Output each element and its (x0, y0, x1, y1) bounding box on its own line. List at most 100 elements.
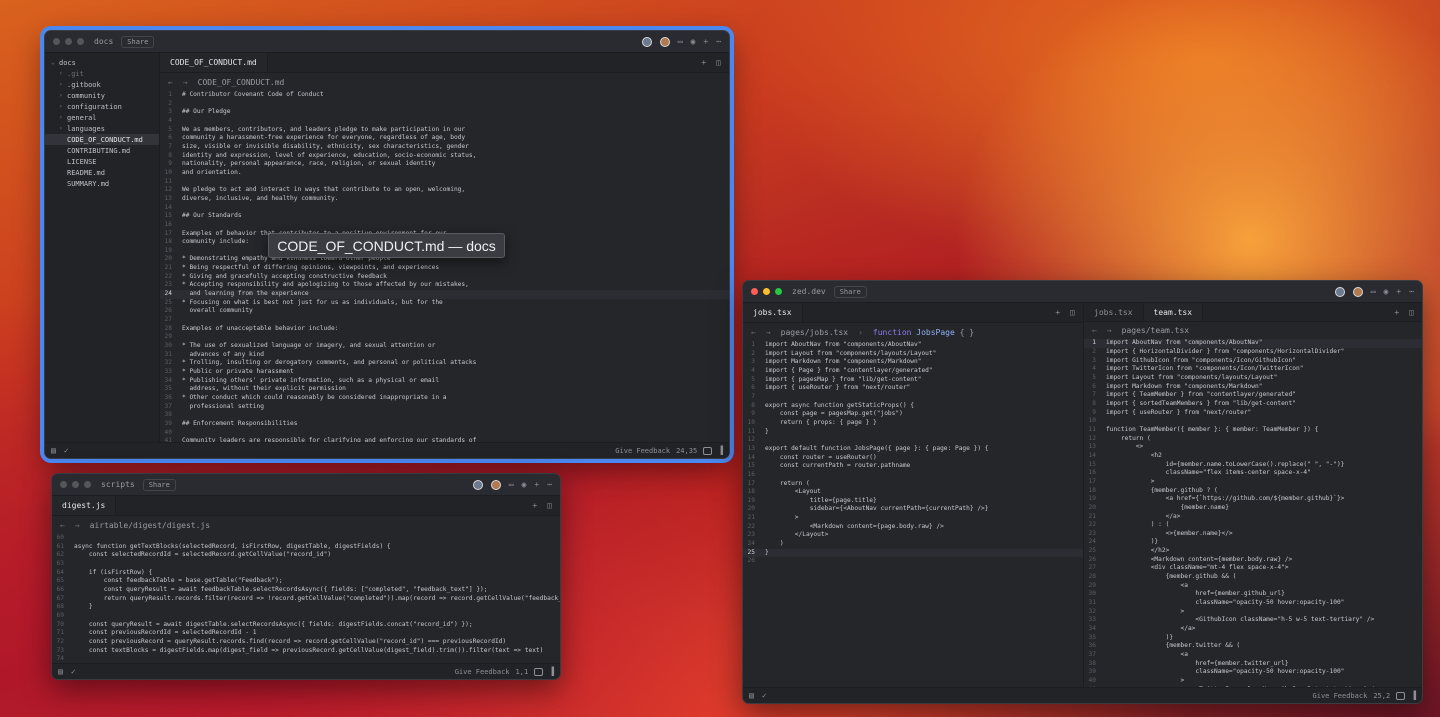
mic-icon[interactable]: ◉ (691, 37, 696, 46)
mic-icon[interactable]: ◉ (522, 480, 527, 489)
panel-toggle-icon[interactable]: ▐ (718, 446, 723, 455)
code-line[interactable]: 21 </a> (1084, 513, 1422, 522)
back-arrow-icon[interactable]: ← (751, 328, 756, 337)
code-line[interactable]: 5 We as members, contributors, and leader… (160, 126, 729, 135)
avatar[interactable] (472, 479, 483, 490)
panel-toggle-icon[interactable]: ▐ (1411, 691, 1416, 700)
code-line[interactable]: 6 import Markdown from "components/Markdo… (1084, 383, 1422, 392)
code-line[interactable]: 28 {member.github && ( (1084, 573, 1422, 582)
code-line[interactable]: 24 and learning from the experience (160, 290, 729, 299)
code-line[interactable]: 73 const textBlocks = digestFields.map(d… (52, 647, 560, 656)
code-line[interactable]: 13 <> (1084, 443, 1422, 452)
code-line[interactable]: 27 <div className="mt-4 flex space-x-4"> (1084, 564, 1422, 573)
code-line[interactable]: 36 {member.twitter && ( (1084, 642, 1422, 651)
code-line[interactable]: 4 import TwitterIcon from "components/Ico… (1084, 365, 1422, 374)
back-arrow-icon[interactable]: ← (168, 78, 173, 87)
code-line[interactable]: 30 href={member.github_url} (1084, 590, 1422, 599)
code-line[interactable]: 30 * The use of sexualized language or im… (160, 342, 729, 351)
split-icon[interactable]: ◫ (547, 501, 552, 510)
code-line[interactable]: 15 id={member.name.toLowerCase().replace… (1084, 461, 1422, 470)
code-line[interactable]: 6 community a harassment-free experience … (160, 134, 729, 143)
zoom-icon[interactable] (84, 481, 91, 488)
share-button[interactable]: Share (142, 478, 176, 491)
minimize-icon[interactable] (72, 481, 79, 488)
tree-item[interactable]: LICENSE (45, 156, 159, 167)
code-line[interactable]: 10 return { props: { page } } (743, 419, 1083, 428)
code-line[interactable]: 3 ## Our Pledge (160, 108, 729, 117)
tree-item[interactable]: CONTRIBUTING.md (45, 145, 159, 156)
code-line[interactable]: 22 * Giving and gracefully accepting cons… (160, 273, 729, 282)
code-line[interactable]: 19 <a href={`https://github.com/${member… (1084, 495, 1422, 504)
code-line[interactable]: 31 className="opacity-50 hover:opacity-1… (1084, 599, 1422, 608)
panel-toggle-icon[interactable]: ▐ (549, 667, 554, 676)
code-line[interactable]: 7 size, visible or invisible disability, … (160, 143, 729, 152)
code-line[interactable]: 33 <GithubIcon className="h-5 w-5 text-t… (1084, 616, 1422, 625)
code-editor[interactable]: 1 import AboutNav from "components/AboutN… (1084, 339, 1422, 687)
share-button[interactable]: Share (121, 35, 155, 48)
code-line[interactable]: 9 const page = pagesMap.get("jobs") (743, 410, 1083, 419)
code-line[interactable]: 37 professional setting (160, 403, 729, 412)
code-line[interactable]: 32 > (1084, 608, 1422, 617)
code-line[interactable]: 26 (743, 557, 1083, 566)
code-line[interactable]: 39 className="opacity-50 hover:opacity-1… (1084, 668, 1422, 677)
code-line[interactable]: 11 function TeamMember({ member }: { memb… (1084, 426, 1422, 435)
code-line[interactable]: 23 </Layout> (743, 531, 1083, 540)
code-line[interactable]: 63 (52, 560, 560, 569)
code-line[interactable]: 10 (1084, 417, 1422, 426)
more-icon[interactable]: ⋯ (1409, 287, 1414, 296)
forward-arrow-icon[interactable]: → (183, 78, 188, 87)
code-line[interactable]: 12 return ( (1084, 435, 1422, 444)
code-line[interactable]: 1 import AboutNav from "components/AboutN… (743, 341, 1083, 350)
code-line[interactable]: 17 return ( (743, 480, 1083, 489)
code-line[interactable]: 20 sidebar={<AboutNav currentPath={curre… (743, 505, 1083, 514)
titlebar[interactable]: scripts Share ▭ ◉ + ⋯ (52, 474, 560, 496)
code-line[interactable]: 5 import { pagesMap } from "lib/get-conte… (743, 376, 1083, 385)
tree-item[interactable]: › .git (45, 68, 159, 79)
code-line[interactable]: 26 overall community (160, 307, 729, 316)
code-line[interactable]: 27 (160, 316, 729, 325)
feedback-button[interactable]: Give Feedback (1313, 692, 1368, 700)
split-icon[interactable]: ◫ (1409, 308, 1414, 317)
split-icon[interactable]: ◫ (1070, 308, 1075, 317)
forward-arrow-icon[interactable]: → (75, 521, 80, 530)
code-line[interactable]: 22 <Markdown content={page.body.raw} /> (743, 523, 1083, 532)
code-line[interactable]: 38 href={member.twitter_url} (1084, 660, 1422, 669)
code-line[interactable]: 25 </h2> (1084, 547, 1422, 556)
code-line[interactable]: 12 We pledge to act and interact in ways … (160, 186, 729, 195)
avatar[interactable] (641, 36, 652, 47)
code-line[interactable]: 36 * Other conduct which could reasonably… (160, 394, 729, 403)
minimize-icon[interactable] (763, 288, 770, 295)
terminal-icon[interactable] (1396, 691, 1406, 700)
close-icon[interactable] (60, 481, 67, 488)
diagnostics-icon[interactable]: ✓ (71, 667, 76, 676)
code-line[interactable]: 10 and orientation. (160, 169, 729, 178)
code-line[interactable]: 8 export async function getStaticProps() … (743, 402, 1083, 411)
more-icon[interactable]: ⋯ (716, 37, 721, 46)
plus-icon[interactable]: + (1394, 308, 1399, 317)
code-line[interactable]: 66 const queryResult = await feedbackTab… (52, 586, 560, 595)
cursor-position[interactable]: 25,2 (1373, 692, 1390, 700)
code-line[interactable]: 11} (743, 428, 1083, 437)
code-line[interactable]: 7 import { TeamMember } from "contentlaye… (1084, 391, 1422, 400)
code-editor[interactable]: 60 61 async function getTextBlocks(selecte… (52, 534, 560, 679)
close-icon[interactable] (53, 38, 60, 45)
code-line[interactable]: 23 * Accepting responsibility and apologi… (160, 281, 729, 290)
tree-item[interactable]: › community (45, 90, 159, 101)
forward-arrow-icon[interactable]: → (1107, 326, 1112, 335)
close-icon[interactable] (751, 288, 758, 295)
code-line[interactable]: 35 address, without their explicit permi… (160, 385, 729, 394)
project-name[interactable]: scripts (101, 480, 135, 489)
tree-item[interactable]: CODE_OF_CONDUCT.md (45, 134, 159, 145)
screen-share-icon[interactable]: ▭ (678, 37, 683, 46)
project-panel-toggle-icon[interactable]: ▤ (58, 667, 63, 676)
traffic-lights[interactable] (53, 38, 84, 45)
code-editor[interactable]: 1 import AboutNav from "components/AboutN… (743, 341, 1083, 566)
code-line[interactable]: 11 (160, 178, 729, 187)
project-panel-toggle-icon[interactable]: ▤ (51, 446, 56, 455)
code-line[interactable]: 8 identity and expression, level of exper… (160, 152, 729, 161)
plus-icon[interactable]: + (701, 58, 706, 67)
project-panel-toggle-icon[interactable]: ▤ (749, 691, 754, 700)
code-line[interactable]: 8 import { sortedTeamMembers } from "lib/… (1084, 400, 1422, 409)
code-line[interactable]: 16 (743, 471, 1083, 480)
split-icon[interactable]: ◫ (716, 58, 721, 67)
